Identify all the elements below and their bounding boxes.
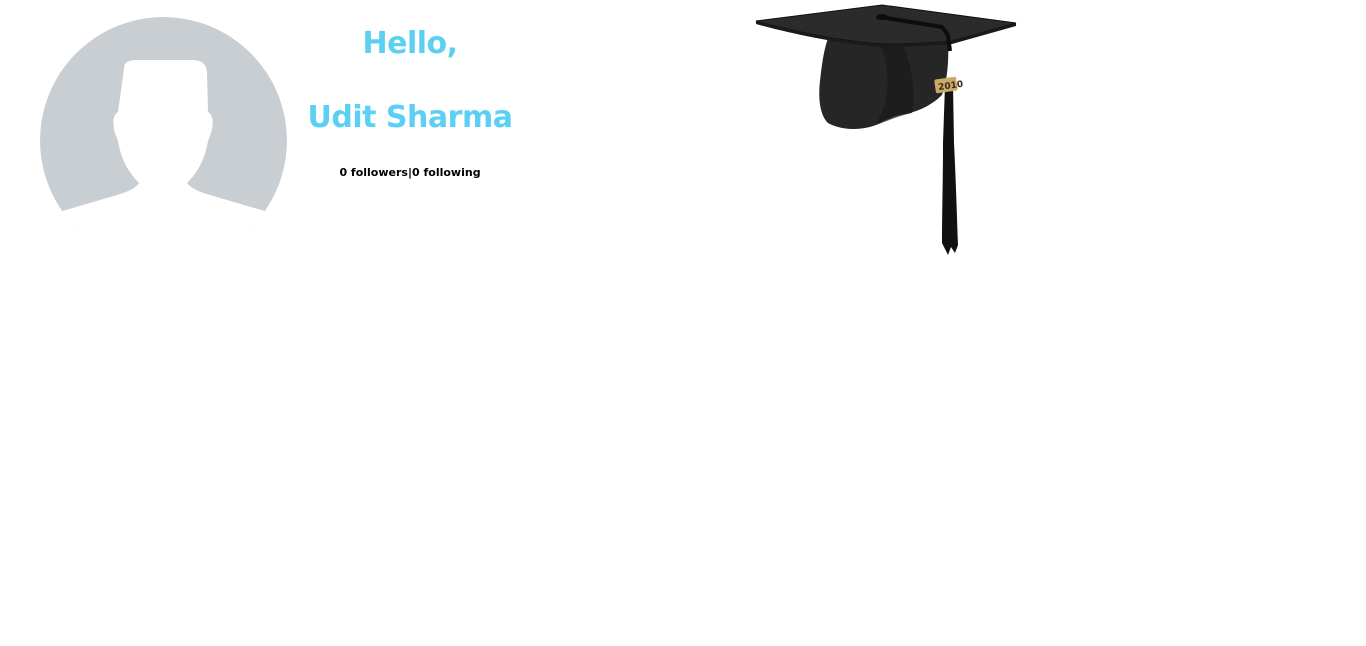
avatar bbox=[40, 17, 287, 264]
following-count[interactable]: 0 following bbox=[412, 166, 481, 179]
greeting-block: Hello, Udit Sharma 0 followers|0 followi… bbox=[300, 22, 520, 180]
profile-page: Hello, Udit Sharma 0 followers|0 followi… bbox=[0, 0, 1366, 646]
cap-button bbox=[876, 14, 888, 20]
greeting-heading: Hello, bbox=[362, 26, 458, 61]
default-user-avatar-icon bbox=[40, 17, 287, 264]
tassel-charm-text: 2010 bbox=[938, 80, 964, 93]
user-name: Udit Sharma bbox=[307, 100, 513, 135]
follow-stats: 0 followers|0 following bbox=[300, 166, 520, 180]
graduation-cap-icon: 2010 bbox=[755, 4, 1017, 255]
cap-board bbox=[755, 4, 1017, 45]
followers-count[interactable]: 0 followers bbox=[339, 166, 408, 179]
cap-tassel bbox=[942, 85, 958, 255]
